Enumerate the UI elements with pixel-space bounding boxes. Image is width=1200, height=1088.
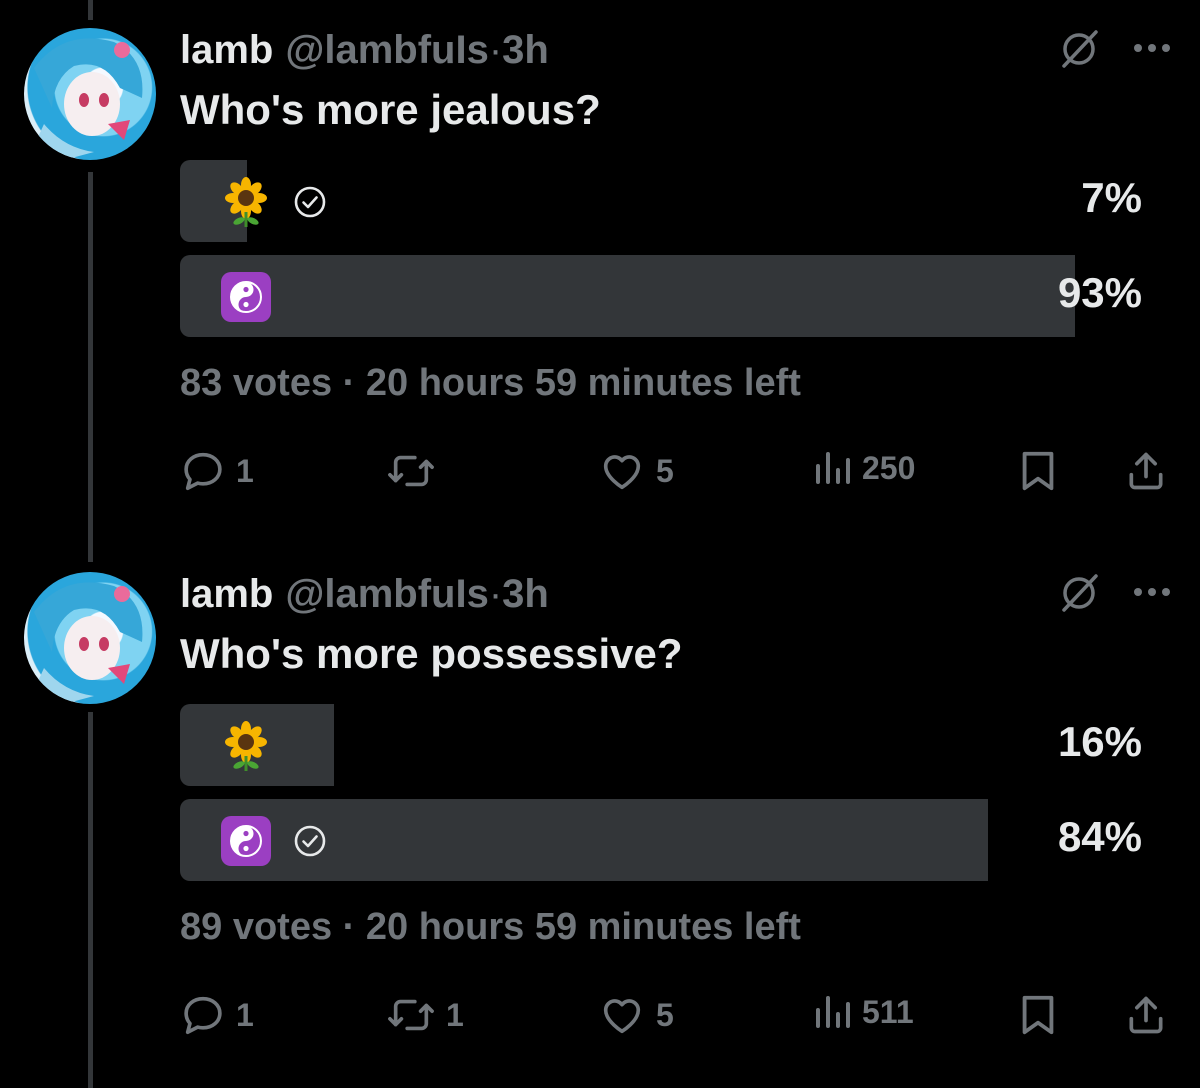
reply-button[interactable]: 1: [180, 992, 254, 1038]
author-handle[interactable]: @lambfuIs: [285, 28, 488, 72]
views-button[interactable]: 250: [812, 448, 915, 488]
action-bar: 1 5 250: [180, 448, 1170, 504]
share-icon: [1129, 996, 1163, 1034]
thread-line: [88, 712, 93, 1088]
tweet-time[interactable]: 3h: [502, 572, 549, 616]
poll-option-yin-yang[interactable]: 93%: [180, 255, 1142, 337]
more-icon[interactable]: [1132, 42, 1172, 54]
poll-percent: 7%: [1081, 174, 1142, 221]
yin-yang-icon: [220, 815, 272, 867]
poll-percent: 84%: [1057, 813, 1142, 860]
bookmark-icon: [1022, 451, 1054, 491]
grok-icon[interactable]: [1058, 26, 1102, 70]
tweet-time[interactable]: 3h: [502, 28, 549, 72]
time-left: 20 hours 59 minutes left: [365, 362, 801, 404]
repost-icon: [388, 999, 434, 1031]
thread-line: [88, 0, 93, 20]
tweet-text: Who's more jealous?: [180, 86, 601, 133]
repost-icon: [388, 455, 434, 487]
like-button[interactable]: 5: [598, 992, 674, 1038]
views-icon: [816, 996, 850, 1028]
reply-count: 1: [236, 452, 254, 489]
reply-button[interactable]: 1: [180, 448, 254, 494]
check-circle-icon: [292, 823, 328, 859]
sunflower-icon: [220, 176, 272, 228]
tweet-top-actions: [1058, 570, 1172, 614]
tweet-header: lamb @lambfuIs·3h: [180, 570, 549, 618]
poll-meta: 89 votes · 20 hours 59 minutes left: [180, 906, 801, 949]
poll-percent: 16%: [1057, 718, 1142, 765]
reply-icon: [184, 996, 222, 1035]
bookmark-button[interactable]: [1018, 992, 1058, 1038]
like-count: 5: [656, 452, 674, 489]
heart-icon: [603, 999, 641, 1034]
time-left: 20 hours 59 minutes left: [365, 906, 801, 948]
like-count: 5: [656, 996, 674, 1033]
like-button[interactable]: 5: [598, 448, 674, 494]
yin-yang-icon: [220, 271, 272, 323]
poll-option-sunflower[interactable]: 7%: [180, 160, 1142, 242]
reply-count: 1: [236, 996, 254, 1033]
avatar[interactable]: [24, 28, 156, 160]
author-name[interactable]: lamb: [180, 28, 273, 72]
grok-icon[interactable]: [1058, 570, 1102, 614]
view-count: 511: [862, 993, 914, 1030]
separator-dot: ·: [342, 906, 356, 948]
repost-button[interactable]: 1: [386, 992, 464, 1038]
separator-dot: ·: [488, 28, 503, 72]
thread-line: [88, 172, 93, 562]
poll-bar-fill: [180, 255, 1075, 337]
repost-button[interactable]: [386, 448, 446, 494]
bookmark-icon: [1022, 995, 1054, 1035]
poll-meta: 83 votes · 20 hours 59 minutes left: [180, 362, 801, 405]
poll-option-sunflower[interactable]: 16%: [180, 704, 1142, 786]
tweet-header: lamb @lambfuIs·3h: [180, 26, 549, 74]
author-handle[interactable]: @lambfuIs: [285, 572, 488, 616]
poll-option-yin-yang[interactable]: 84%: [180, 799, 1142, 881]
tweet-text: Who's more possessive?: [180, 630, 683, 677]
separator-dot: ·: [342, 362, 356, 404]
vote-count: 83 votes: [180, 362, 333, 404]
check-circle-icon: [292, 184, 328, 220]
view-count: 250: [862, 449, 916, 486]
poll-percent: 93%: [1057, 269, 1142, 316]
views-button[interactable]: 511: [812, 992, 914, 1032]
bookmark-button[interactable]: [1018, 448, 1058, 494]
separator-dot: ·: [488, 572, 503, 616]
heart-icon: [603, 455, 641, 490]
share-button[interactable]: [1124, 992, 1168, 1038]
repost-count: 1: [446, 996, 464, 1033]
action-bar: 1 1 5 511: [180, 992, 1170, 1048]
vote-count: 89 votes: [180, 906, 333, 948]
author-name[interactable]: lamb: [180, 572, 273, 616]
sunflower-icon: [220, 720, 272, 772]
views-icon: [816, 452, 850, 484]
avatar[interactable]: [24, 572, 156, 704]
share-icon: [1129, 452, 1163, 490]
tweet-top-actions: [1058, 26, 1172, 70]
reply-icon: [184, 452, 222, 491]
share-button[interactable]: [1124, 448, 1168, 494]
more-icon[interactable]: [1132, 586, 1172, 598]
